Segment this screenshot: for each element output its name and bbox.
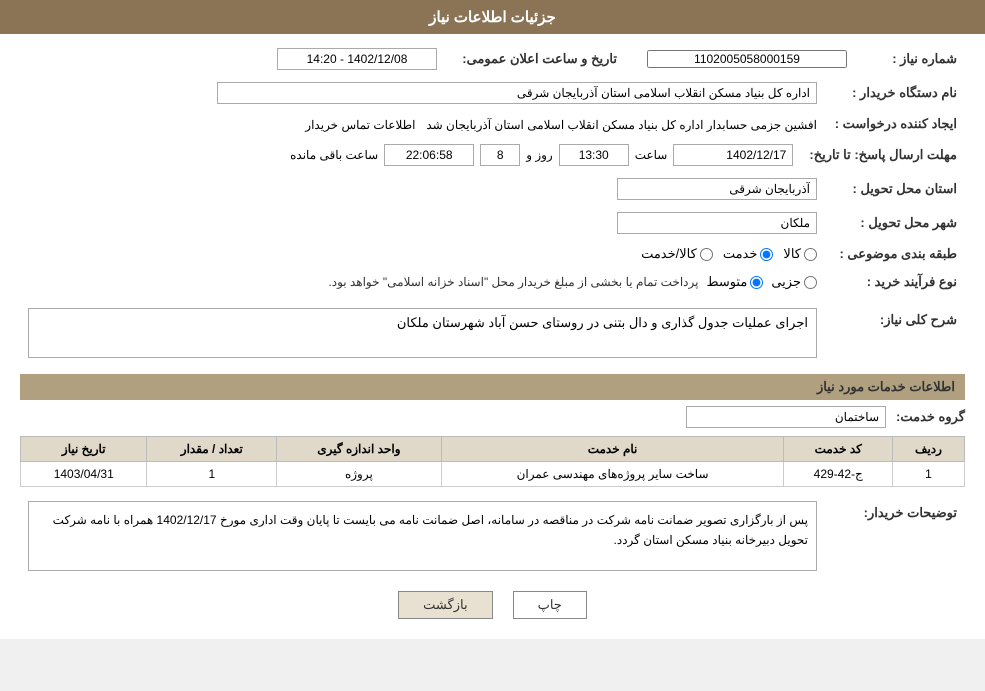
ostan-label: استان محل تحویل : — [825, 174, 965, 204]
tavzihat-text: پس از بارگزاری تصویر ضمانت نامه شرکت در … — [53, 513, 808, 547]
noeFarayand-text: پرداخت تمام یا بخشی از مبلغ خریدار محل "… — [328, 275, 698, 289]
tavzihat-label: توضیحات خریدار: — [825, 497, 965, 575]
sharh-value-cell: اجرای عملیات جدول گذاری و دال بتنی در رو… — [20, 304, 825, 362]
farayand-radio-motavset-input[interactable] — [750, 276, 763, 289]
tavzihat-value-cell: پس از بارگزاری تصویر ضمانت نامه شرکت در … — [20, 497, 825, 575]
col-vahed: واحد اندازه گیری — [277, 437, 441, 462]
remain-input[interactable] — [384, 144, 474, 166]
days-input[interactable] — [480, 144, 520, 166]
col-tarikh: تاریخ نیاز — [21, 437, 147, 462]
info-row-8: نوع فرآیند خرید : جزیی متوسط پرداخت تمام… — [20, 270, 965, 294]
remain-label: ساعت باقی مانده — [290, 148, 378, 162]
farayand-motavset-label: متوسط — [706, 274, 747, 290]
sharh-text: اجرای عملیات جدول گذاری و دال بتنی در رو… — [397, 315, 808, 330]
cell-tedad: 1 — [147, 462, 277, 487]
ijadKonande-value-cell: افشین جزمی حسابدار اداره کل بنیاد مسکن ا… — [20, 112, 825, 136]
tarikh-input[interactable] — [277, 48, 437, 70]
time-label: ساعت — [635, 148, 668, 162]
page-title: جزئیات اطلاعات نیاز — [429, 9, 556, 26]
tabaghe-radio-kala[interactable]: کالا — [783, 246, 817, 262]
farayand-radio-jozi[interactable]: جزیی — [771, 274, 817, 290]
shomareNiaz-label: شماره نیاز : — [855, 44, 965, 74]
noeFarayand-label: نوع فرآیند خرید : — [825, 270, 965, 294]
sharh-box: اجرای عملیات جدول گذاری و دال بتنی در رو… — [28, 308, 817, 358]
date-input[interactable] — [673, 144, 793, 166]
cell-radif: 1 — [892, 462, 964, 487]
namDasgah-value-cell — [20, 78, 825, 108]
table-row: 1 ج-42-429 ساخت سایر پروژه‌های مهندسی عم… — [21, 462, 965, 487]
tabaghe-radio-khedmat[interactable]: خدمت — [723, 246, 774, 262]
time-input[interactable] — [559, 144, 629, 166]
farayand-jozi-label: جزیی — [771, 274, 801, 290]
sharh-section: شرح کلی نیاز: اجرای عملیات جدول گذاری و … — [20, 304, 965, 362]
gorohe-row: گروه خدمت: — [20, 406, 965, 428]
mohlat-label: مهلت ارسال پاسخ: تا تاریخ: — [801, 140, 965, 170]
gorohe-label: گروه خدمت: — [896, 409, 965, 425]
farayand-radio-jozi-input[interactable] — [804, 276, 817, 289]
tabaghe-kala-label: کالا — [783, 246, 801, 262]
sharh-table: شرح کلی نیاز: اجرای عملیات جدول گذاری و … — [20, 304, 965, 362]
info-row-4: مهلت ارسال پاسخ: تا تاریخ: ساعت روز و سا… — [20, 140, 965, 170]
ijadKonande-label: ایجاد کننده درخواست : — [825, 112, 965, 136]
mohlat-values-cell: ساعت روز و ساعت باقی مانده — [20, 140, 801, 170]
cell-name: ساخت سایر پروژه‌های مهندسی عمران — [441, 462, 784, 487]
print-button[interactable]: چاپ — [513, 591, 587, 619]
info-row-5: استان محل تحویل : — [20, 174, 965, 204]
back-button[interactable]: بازگشت — [398, 591, 492, 619]
ijadKonande-link[interactable]: اطلاعات تماس خریدار — [305, 118, 415, 132]
page-header: جزئیات اطلاعات نیاز — [0, 0, 985, 34]
info-row-6: شهر محل تحویل : — [20, 208, 965, 238]
cell-vahed: پروژه — [277, 462, 441, 487]
namDasgah-input[interactable] — [217, 82, 817, 104]
tarikh-value-cell — [20, 44, 445, 74]
tabaghe-radio-kala-input[interactable] — [804, 248, 817, 261]
info-row-7: طبقه بندی موضوعی : کالا خدمت — [20, 242, 965, 266]
col-radif: ردیف — [892, 437, 964, 462]
tabaghe-label: طبقه بندی موضوعی : — [825, 242, 965, 266]
shahr-value-cell — [20, 208, 825, 238]
tabaghe-kala-khedmat-label: کالا/خدمت — [641, 246, 697, 262]
shahr-label: شهر محل تحویل : — [825, 208, 965, 238]
info-row-2: نام دستگاه خریدار : — [20, 78, 965, 108]
service-table: ردیف کد خدمت نام خدمت واحد اندازه گیری ت… — [20, 436, 965, 487]
khadamat-section-title: اطلاعات خدمات مورد نیاز — [20, 374, 965, 400]
namDasgah-label: نام دستگاه خریدار : — [825, 78, 965, 108]
info-row-3: ایجاد کننده درخواست : افشین جزمی حسابدار… — [20, 112, 965, 136]
tavzihat-box: پس از بارگزاری تصویر ضمانت نامه شرکت در … — [28, 501, 817, 571]
shomareNiaz-value-cell — [625, 44, 855, 74]
cell-tarikh: 1403/04/31 — [21, 462, 147, 487]
tavzihat-table: توضیحات خریدار: پس از بارگزاری تصویر ضما… — [20, 497, 965, 575]
tabaghe-radio-kala-khedmat[interactable]: کالا/خدمت — [641, 246, 713, 262]
farayand-radio-motavset[interactable]: متوسط — [706, 274, 763, 290]
col-kod: کد خدمت — [784, 437, 893, 462]
col-tedad: تعداد / مقدار — [147, 437, 277, 462]
tabaghe-radio-kala-khedmat-input[interactable] — [700, 248, 713, 261]
ostan-value-cell — [20, 174, 825, 204]
noeFarayand-value-cell: جزیی متوسط پرداخت تمام یا بخشی از مبلغ خ… — [20, 270, 825, 294]
tarikh-label: تاریخ و ساعت اعلان عمومی: — [445, 44, 625, 74]
tabaghe-value-cell: کالا خدمت کالا/خدمت — [20, 242, 825, 266]
ijadKonande-text: افشین جزمی حسابدار اداره کل بنیاد مسکن ا… — [426, 118, 817, 132]
tabaghe-radio-khedmat-input[interactable] — [760, 248, 773, 261]
ostan-input[interactable] — [617, 178, 817, 200]
days-label: روز و — [526, 148, 553, 162]
col-name: نام خدمت — [441, 437, 784, 462]
gorohe-input[interactable] — [686, 406, 886, 428]
shomareNiaz-input[interactable] — [647, 50, 847, 68]
info-row-1: شماره نیاز : تاریخ و ساعت اعلان عمومی: — [20, 44, 965, 74]
button-row: چاپ بازگشت — [20, 591, 965, 619]
shahr-input[interactable] — [617, 212, 817, 234]
cell-kod: ج-42-429 — [784, 462, 893, 487]
sharh-label: شرح کلی نیاز: — [825, 304, 965, 362]
tabaghe-khedmat-label: خدمت — [723, 246, 758, 262]
